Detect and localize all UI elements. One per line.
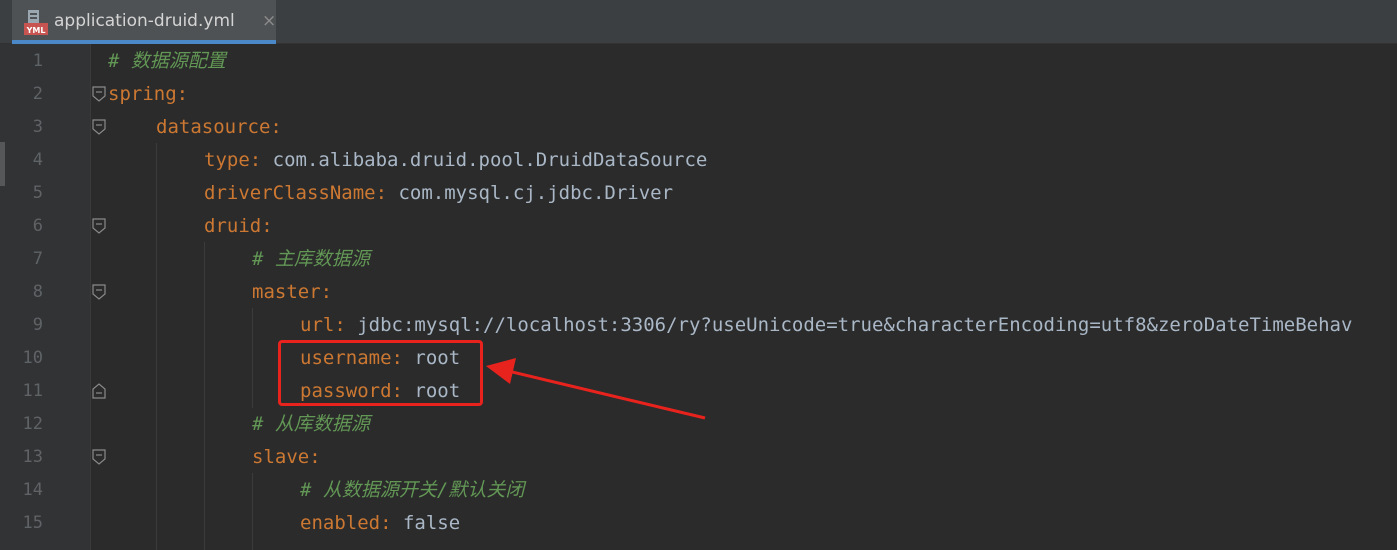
code-line: 9 url: jdbc:mysql://localhost:3306/ry?us… <box>0 309 1397 342</box>
code-line: 2 spring: <box>0 78 1397 111</box>
line-number: 3 <box>32 117 43 137</box>
fold-open-icon[interactable] <box>92 449 106 465</box>
fold-open-icon[interactable] <box>92 218 106 234</box>
yaml-value: false <box>391 512 461 534</box>
code-line: 7 # 主库数据源 <box>0 243 1397 276</box>
line-number: 4 <box>32 150 43 170</box>
code-line: 14 # 从数据源开关/默认关闭 <box>0 474 1397 507</box>
code-line: 5 driverClassName: com.mysql.cj.jdbc.Dri… <box>0 177 1397 210</box>
code-line: 8 master: <box>0 276 1397 309</box>
close-icon[interactable]: × <box>262 11 276 31</box>
code-line: 12 # 从库数据源 <box>0 408 1397 441</box>
yml-icon-label: YML <box>26 26 46 35</box>
code-line: 6 druid: <box>0 210 1397 243</box>
editor-tab-bar: YML application-druid.yml × <box>0 0 1397 44</box>
code-line: 4 type: com.alibaba.druid.pool.DruidData… <box>0 144 1397 177</box>
fold-open-icon[interactable] <box>92 284 106 300</box>
file-tab[interactable]: YML application-druid.yml × <box>12 0 276 44</box>
fold-close-icon[interactable] <box>92 383 106 399</box>
line-number: 7 <box>32 249 43 269</box>
yaml-value: com.mysql.cj.jdbc.Driver <box>387 182 674 204</box>
line-number: 15 <box>22 513 43 533</box>
line-number: 1 <box>32 51 43 71</box>
yaml-key: master <box>252 281 321 303</box>
yaml-key: driverClassName <box>204 182 376 204</box>
line-number: 14 <box>22 480 43 500</box>
line-number: 10 <box>22 348 43 368</box>
yaml-comment: # 数据源配置 <box>108 50 226 72</box>
annotation-highlight-box <box>278 340 483 406</box>
yaml-key: slave <box>252 446 310 468</box>
yaml-value: com.alibaba.druid.pool.DruidDataSource <box>261 149 708 171</box>
yaml-key: enabled <box>300 512 381 534</box>
yaml-comment: # 从数据源开关/默认关闭 <box>300 479 525 501</box>
yaml-comment: # 从库数据源 <box>252 413 370 435</box>
yaml-comment: # 主库数据源 <box>252 248 370 270</box>
yaml-value: jdbc:mysql://localhost:3306/ry?useUnicod… <box>345 314 1353 336</box>
code-line: 15 enabled: false <box>0 507 1397 540</box>
line-number: 9 <box>32 315 43 335</box>
yml-file-icon: YML <box>24 10 48 35</box>
code-line: 11 password: root <box>0 375 1397 408</box>
line-number: 2 <box>32 84 43 104</box>
fold-open-icon[interactable] <box>92 119 106 135</box>
yaml-key: spring <box>108 83 177 105</box>
code-line: 10 username: root <box>0 342 1397 375</box>
tab-title: application-druid.yml <box>54 11 235 31</box>
code-line: 3 datasource: <box>0 111 1397 144</box>
yaml-key: type <box>204 149 250 171</box>
code-line: 1 # 数据源配置 <box>0 45 1397 78</box>
line-number: 11 <box>22 381 43 401</box>
fold-open-icon[interactable] <box>92 86 106 102</box>
code-line: 13 slave: <box>0 441 1397 474</box>
yaml-key: datasource <box>156 116 271 138</box>
code-editor[interactable]: 1 # 数据源配置 2 spring: 3 datasource: 4 type… <box>0 45 1397 550</box>
line-number: 12 <box>22 414 43 434</box>
line-number: 6 <box>32 216 43 236</box>
line-number: 5 <box>32 183 43 203</box>
yaml-key: druid <box>204 215 262 237</box>
line-number: 13 <box>22 447 43 467</box>
yaml-key: url <box>300 314 335 336</box>
line-number: 8 <box>32 282 43 302</box>
